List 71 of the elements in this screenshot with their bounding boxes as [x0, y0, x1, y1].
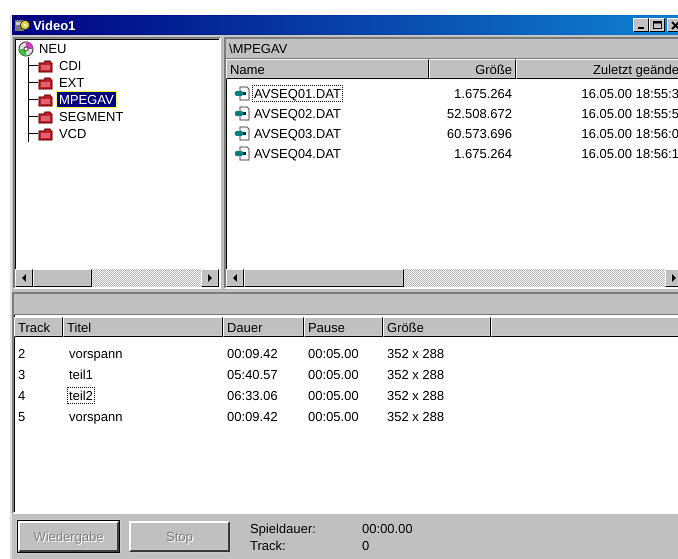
tree-item[interactable]: VCD	[57, 126, 88, 141]
table-cell-text: 352 x 288	[386, 388, 446, 403]
track-title[interactable]: teil1	[67, 366, 95, 383]
window-title: Video1	[33, 18, 76, 32]
track-title[interactable]: teil2	[67, 387, 95, 404]
tree-item[interactable]: CDI	[57, 58, 84, 73]
maximize-button[interactable]	[649, 18, 665, 32]
status-value: 00:00.00	[362, 520, 413, 536]
table-cell-text: 2	[17, 346, 26, 361]
close-icon	[670, 20, 678, 30]
table-cell-text: 05:40.57	[226, 367, 279, 382]
video-file-icon	[234, 146, 250, 160]
table-cell-text: 352 x 288	[386, 409, 446, 424]
disc-icon	[18, 40, 34, 56]
table-cell-text: 00:05.00	[307, 409, 360, 424]
column-header[interactable]: Track	[14, 317, 63, 337]
file-name[interactable]: AVSEQ01.DAT	[252, 84, 343, 102]
table-cell-text: 4	[17, 388, 26, 403]
column-header[interactable]	[491, 317, 678, 337]
tree-item[interactable]: NEU	[37, 41, 68, 56]
status-value: 0	[362, 538, 370, 552]
table-cell-text: 00:09.42	[226, 409, 279, 424]
table-cell-text: 00:09.42	[226, 346, 279, 361]
table-cell-text: 52.508.672	[446, 106, 513, 120]
path-header: \MPEGAV	[226, 39, 678, 59]
column-header[interactable]: Pause	[304, 317, 383, 337]
column-header[interactable]: Name	[226, 59, 429, 79]
track-title[interactable]: vorspann	[67, 408, 124, 425]
maximize-icon	[652, 21, 662, 29]
horizontal-scrollbar[interactable]	[15, 269, 219, 287]
column-header[interactable]: Größe	[429, 59, 516, 79]
table-cell-text: 352 x 288	[386, 346, 446, 361]
status-label: Spieldauer:	[250, 520, 317, 536]
table-cell-text: 06:33.06	[226, 388, 279, 403]
status-label: Track:	[250, 538, 287, 552]
track-title[interactable]: vorspann	[67, 345, 124, 362]
video-file-icon	[234, 126, 250, 140]
folder-icon	[38, 110, 54, 124]
right-arrow-icon	[206, 274, 214, 282]
table-cell-text: 16.05.00 18:56:1	[580, 146, 678, 160]
tree-item[interactable]: EXT	[57, 75, 86, 90]
table-cell-text: 352 x 288	[386, 367, 446, 382]
table-cell-text: 1.675.264	[453, 146, 513, 160]
minimize-icon	[638, 27, 644, 29]
file-name[interactable]: AVSEQ03.DAT	[252, 124, 343, 142]
left-arrow-icon	[20, 274, 28, 282]
video-file-icon	[234, 86, 250, 100]
column-header[interactable]: Größe	[383, 317, 491, 337]
column-header[interactable]: Titel	[63, 317, 223, 337]
video-file-icon	[234, 106, 250, 120]
minimize-button[interactable]	[633, 18, 649, 32]
column-header[interactable]: Dauer	[223, 317, 304, 337]
table-cell-text: 3	[17, 367, 26, 382]
folder-icon	[38, 126, 54, 140]
folder-icon	[38, 92, 54, 106]
right-arrow-icon	[670, 274, 678, 282]
table-cell-text: 1.675.264	[453, 86, 513, 100]
tree-item[interactable]: SEGMENT	[57, 109, 126, 124]
folder-icon	[38, 76, 54, 90]
table-cell-text: 00:05.00	[307, 367, 360, 382]
app-icon	[14, 17, 30, 33]
file-name[interactable]: AVSEQ04.DAT	[252, 144, 343, 162]
table-cell-text: 00:05.00	[307, 346, 360, 361]
table-cell-text: 00:05.00	[307, 388, 360, 403]
table-cell-text: 5	[17, 409, 26, 424]
folder-icon	[38, 58, 54, 72]
table-cell-text: 60.573.696	[446, 126, 513, 140]
tree-item[interactable]: MPEGAV	[57, 92, 116, 107]
file-name[interactable]: AVSEQ02.DAT	[252, 104, 343, 122]
left-arrow-icon	[231, 274, 239, 282]
horizontal-scrollbar[interactable]	[226, 269, 678, 287]
